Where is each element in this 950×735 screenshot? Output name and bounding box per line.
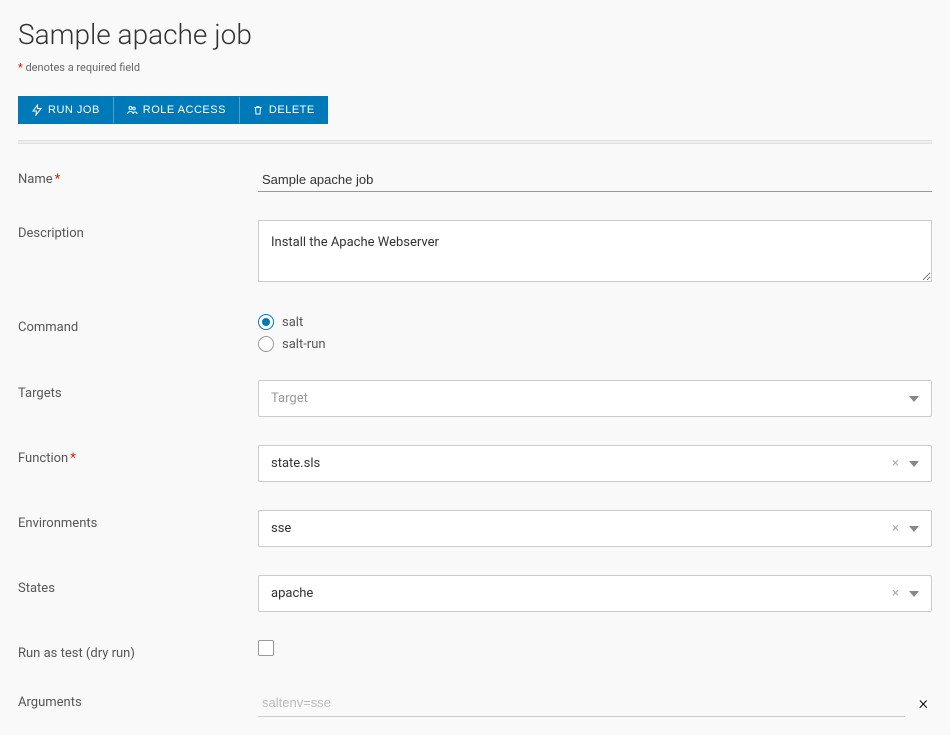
role-access-button-label: ROLE ACCESS xyxy=(143,104,226,116)
targets-label: Targets xyxy=(18,380,258,401)
chevron-down-icon xyxy=(909,396,919,402)
function-label: Function* xyxy=(18,445,258,466)
command-label: Command xyxy=(18,314,258,335)
clear-icon[interactable]: × xyxy=(892,521,899,536)
remove-argument-icon[interactable]: × xyxy=(915,693,932,714)
states-row: States apache × xyxy=(18,575,932,612)
command-option-salt[interactable]: salt xyxy=(258,314,932,330)
required-field-note: denotes a required field xyxy=(18,61,932,74)
command-radio-group: salt salt-run xyxy=(258,314,932,352)
run-as-test-label: Run as test (dry run) xyxy=(18,640,258,661)
argument-input[interactable] xyxy=(258,689,905,717)
radio-label: salt-run xyxy=(282,337,326,352)
page-title: Sample apache job xyxy=(18,18,932,51)
users-icon xyxy=(126,104,138,116)
name-label: Name* xyxy=(18,166,258,187)
arguments-row: Arguments × xyxy=(18,689,932,717)
targets-select-value: Target xyxy=(271,391,308,406)
role-access-button[interactable]: ROLE ACCESS xyxy=(113,96,239,124)
description-label: Description xyxy=(18,220,258,241)
environments-select-value: sse xyxy=(271,521,291,536)
environments-select[interactable]: sse × xyxy=(258,510,932,547)
arguments-label: Arguments xyxy=(18,689,258,710)
run-as-test-row: Run as test (dry run) xyxy=(18,640,932,661)
chevron-down-icon xyxy=(909,461,919,467)
targets-row: Targets Target xyxy=(18,380,932,417)
states-select-value: apache xyxy=(271,586,313,601)
radio-icon xyxy=(258,336,274,352)
function-row: Function* state.sls × xyxy=(18,445,932,482)
states-select[interactable]: apache × xyxy=(258,575,932,612)
run-as-test-checkbox[interactable] xyxy=(258,640,274,656)
trash-icon xyxy=(252,104,264,116)
environments-row: Environments sse × xyxy=(18,510,932,547)
delete-button[interactable]: DELETE xyxy=(239,96,328,124)
description-row: Description Install the Apache Webserver xyxy=(18,220,932,286)
states-label: States xyxy=(18,575,258,596)
delete-button-label: DELETE xyxy=(269,104,315,116)
clear-icon[interactable]: × xyxy=(892,456,899,471)
function-select[interactable]: state.sls × xyxy=(258,445,932,482)
radio-label: salt xyxy=(282,315,303,330)
argument-item: × xyxy=(258,689,932,717)
command-row: Command salt salt-run xyxy=(18,314,932,352)
name-row: Name* xyxy=(18,166,932,192)
environments-label: Environments xyxy=(18,510,258,531)
chevron-down-icon xyxy=(909,526,919,532)
clear-icon[interactable]: × xyxy=(892,586,899,601)
toolbar: RUN JOB ROLE ACCESS DELETE xyxy=(18,96,932,124)
command-option-salt-run[interactable]: salt-run xyxy=(258,336,932,352)
targets-select[interactable]: Target xyxy=(258,380,932,417)
chevron-down-icon xyxy=(909,591,919,597)
radio-icon xyxy=(258,314,274,330)
lightning-icon xyxy=(31,104,43,116)
run-job-button[interactable]: RUN JOB xyxy=(18,96,113,124)
run-job-button-label: RUN JOB xyxy=(48,104,100,116)
description-textarea[interactable]: Install the Apache Webserver xyxy=(258,220,932,282)
divider xyxy=(18,140,932,144)
function-select-value: state.sls xyxy=(271,456,320,471)
name-input[interactable] xyxy=(258,166,932,192)
